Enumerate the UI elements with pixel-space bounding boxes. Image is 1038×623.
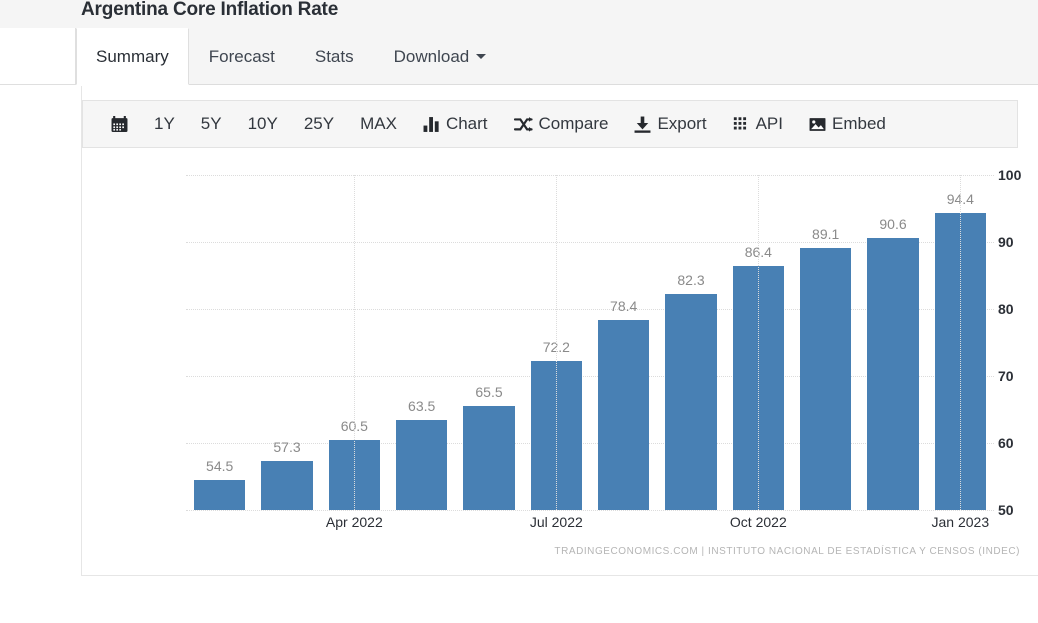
x-axis-tick-label: Jul 2022: [529, 514, 583, 530]
toolbar-item-embed[interactable]: Embed: [796, 101, 899, 147]
image-icon: [809, 116, 826, 133]
x-axis-tick-label: Jan 2023: [931, 514, 990, 530]
toolbar-item-label: 5Y: [200, 114, 222, 133]
gridline-vertical: [758, 175, 760, 510]
chart-bar-value-label: 90.6: [879, 215, 907, 232]
gridline-horizontal: [186, 510, 994, 511]
y-axis-tick-label: 90: [998, 234, 1014, 250]
chart-bar[interactable]: [665, 293, 717, 510]
title-band: Argentina Core Inflation Rate: [0, 0, 1038, 28]
gridline-vertical: [354, 175, 356, 510]
chart-bar[interactable]: [396, 419, 448, 510]
toolbar-item-10y[interactable]: 10Y: [235, 101, 291, 147]
toolbar-item-label: Chart: [445, 114, 488, 133]
tab-strip-left-spacer: [0, 28, 76, 85]
y-axis-tick-label: 100: [998, 167, 1022, 183]
chart-plot-area: TRADINGECONOMICS.COM | INSTITUTO NACIONA…: [82, 148, 1038, 576]
toolbar-item-chart[interactable]: Chart: [410, 101, 501, 147]
chart-bar[interactable]: [261, 461, 313, 510]
compare-shuffle-icon: [513, 116, 533, 133]
toolbar-item-export[interactable]: Export: [621, 101, 719, 147]
page-title: Argentina Core Inflation Rate: [81, 0, 339, 20]
chevron-down-icon: [476, 54, 487, 59]
toolbar-item-label: 10Y: [247, 114, 278, 133]
x-axis-tick-label: Oct 2022: [729, 514, 787, 530]
chart-toolbar: 1Y 5Y 10Y 25Y MAX Chart Compare Export API Embed: [82, 100, 1018, 148]
tab-label: Summary: [96, 46, 169, 66]
chart-bar-value-label: 54.5: [206, 457, 234, 474]
toolbar-item-compare[interactable]: Compare: [501, 101, 622, 147]
tab-list: Summary Forecast Stats Download: [76, 28, 506, 85]
chart-bar-value-label: 57.3: [273, 439, 301, 456]
y-axis-tick-label: 60: [998, 435, 1014, 451]
y-axis-tick-label: 70: [998, 368, 1014, 384]
chart-bar-value-label: 78.4: [610, 297, 638, 314]
calendar-icon: [111, 115, 128, 133]
chart-bar[interactable]: [800, 248, 852, 510]
bar-chart-icon: [423, 116, 440, 133]
chart-bar-value-label: 63.5: [408, 397, 436, 414]
gridline-vertical: [556, 175, 558, 510]
grid-dots-icon: [733, 116, 750, 133]
toolbar-item-max[interactable]: MAX: [347, 101, 410, 147]
tab-label: Download: [393, 46, 470, 66]
toolbar-item-25y[interactable]: 25Y: [291, 101, 347, 147]
toolbar-item-label: Embed: [831, 114, 886, 133]
tab-strip: Summary Forecast Stats Download: [0, 28, 1038, 85]
gridline-horizontal: [186, 175, 994, 176]
chart-bar-value-label: 89.1: [812, 226, 840, 243]
toolbar-item-5y[interactable]: 5Y: [188, 101, 235, 147]
y-axis-tick-label: 80: [998, 301, 1014, 317]
gridline-vertical: [960, 175, 962, 510]
chart-bar[interactable]: [598, 319, 650, 510]
tab-forecast[interactable]: Forecast: [189, 28, 295, 85]
toolbar-item-label: MAX: [360, 114, 397, 133]
tab-summary[interactable]: Summary: [76, 28, 189, 85]
tab-download[interactable]: Download: [374, 28, 507, 85]
chart-bar-value-label: 65.5: [475, 384, 503, 401]
toolbar-item-label: 25Y: [303, 114, 335, 133]
calendar-icon[interactable]: [98, 101, 141, 147]
chart-bar[interactable]: [194, 479, 246, 510]
toolbar-item-label: Export: [657, 114, 707, 133]
toolbar-item-label: API: [755, 114, 783, 133]
chart-panel: 1Y 5Y 10Y 25Y MAX Chart Compare Export API Embed …: [81, 86, 1038, 576]
page-root: Argentina Core Inflation Rate Summary For…: [0, 0, 1038, 623]
chart-bar[interactable]: [867, 237, 919, 510]
toolbar-item-label: 1Y: [154, 114, 175, 133]
toolbar-item-api[interactable]: API: [720, 101, 796, 147]
download-icon: [634, 116, 651, 133]
tab-label: Stats: [314, 46, 354, 66]
chart-credit: TRADINGECONOMICS.COM | INSTITUTO NACIONA…: [554, 546, 1020, 557]
chart-bar[interactable]: [463, 406, 515, 510]
tab-stats[interactable]: Stats: [295, 28, 374, 85]
chart-bar-value-label: 82.3: [677, 271, 705, 288]
y-axis-tick-label: 50: [998, 502, 1014, 518]
tab-label: Forecast: [208, 46, 275, 66]
toolbar-item-1y[interactable]: 1Y: [141, 101, 188, 147]
toolbar-item-label: Compare: [538, 114, 609, 133]
x-axis-tick-label: Apr 2022: [325, 514, 383, 530]
